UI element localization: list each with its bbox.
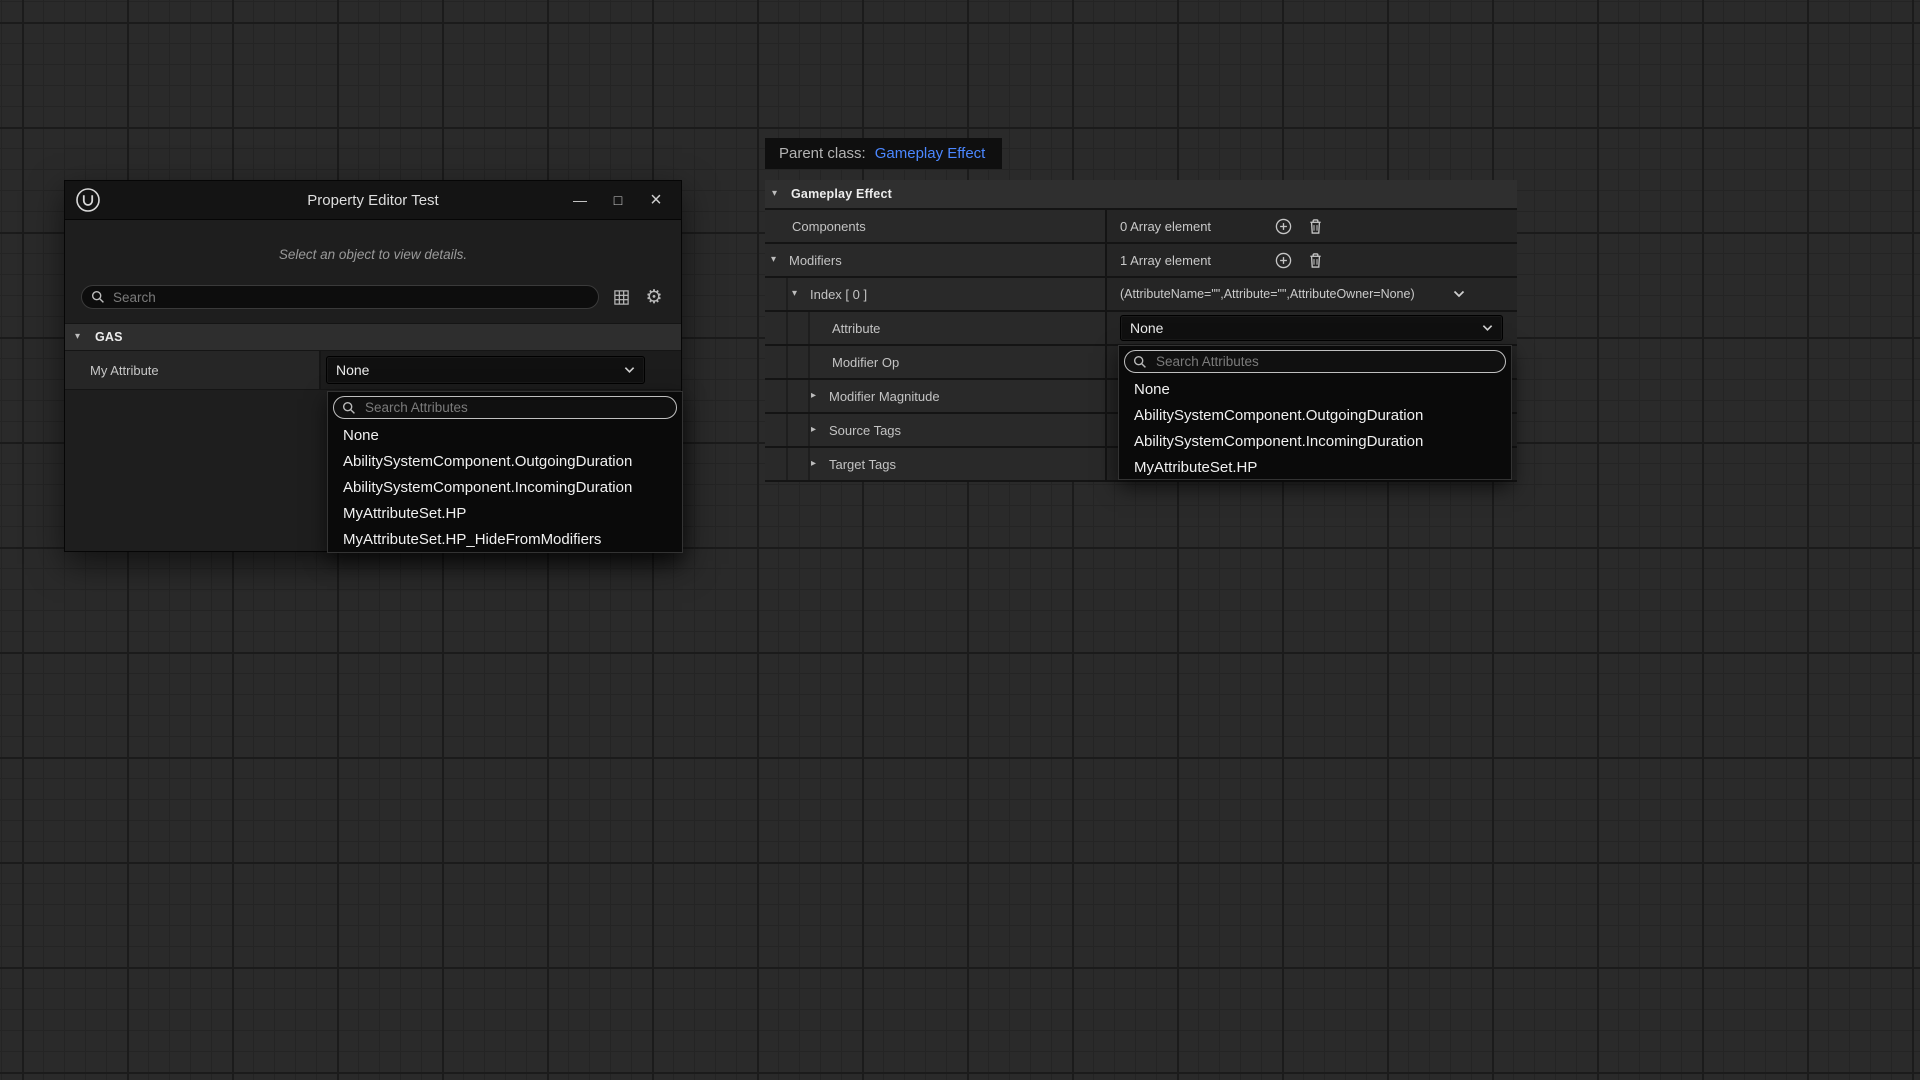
search-input[interactable] <box>81 285 599 309</box>
minimize-button[interactable]: — <box>561 181 599 219</box>
graph-canvas[interactable]: Property Editor Test — □ × Select an obj… <box>0 0 1920 1080</box>
row-label: Modifier Magnitude <box>829 389 940 404</box>
dropdown-item[interactable]: MyAttributeSet.HP <box>328 501 682 527</box>
indent-guide-line <box>786 346 788 378</box>
attribute-search-input[interactable] <box>1124 350 1506 373</box>
my-attribute-combobox[interactable]: None <box>326 356 645 384</box>
indent-guide-line <box>808 346 810 378</box>
add-element-button[interactable] <box>1270 213 1296 239</box>
row-label: Attribute <box>832 321 880 336</box>
expander-closed-icon[interactable]: ▸ <box>811 459 826 469</box>
property-row-my-attribute: My Attribute None <box>65 351 681 390</box>
combobox-value: None <box>1130 320 1163 336</box>
parent-class-link[interactable]: Gameplay Effect <box>875 145 986 162</box>
expander-open-icon[interactable]: ▾ <box>792 289 807 299</box>
row-attribute: Attribute None <box>765 312 1517 346</box>
search-icon <box>342 401 356 415</box>
dropdown-item[interactable]: AbilitySystemComponent.IncomingDuration <box>1119 429 1511 455</box>
maximize-button[interactable]: □ <box>599 181 637 219</box>
indent-guide-line <box>808 448 810 480</box>
property-name: My Attribute <box>65 351 321 389</box>
chevron-down-icon[interactable] <box>1453 290 1465 298</box>
array-count: 0 Array element <box>1120 219 1270 234</box>
category-label: GAS <box>95 330 123 344</box>
row-value-cell: 0 Array element <box>1107 210 1517 242</box>
window-titlebar[interactable]: Property Editor Test — □ × <box>65 181 681 220</box>
dropdown-item[interactable]: AbilitySystemComponent.OutgoingDuration <box>328 449 682 475</box>
settings-gear-icon[interactable]: ⚙ <box>643 286 665 308</box>
attribute-search-field[interactable] <box>1154 353 1497 370</box>
row-name-cell: ▾ Index [ 0 ] <box>765 278 1107 310</box>
category-gas[interactable]: ▾ GAS <box>65 323 681 351</box>
indent-guide-line <box>786 448 788 480</box>
attribute-search-input[interactable] <box>333 396 677 419</box>
indent-guide-line <box>808 312 810 344</box>
row-name-cell: Modifier Op <box>765 346 1107 378</box>
array-count: 1 Array element <box>1120 253 1270 268</box>
add-element-button[interactable] <box>1270 247 1296 273</box>
delete-elements-button[interactable] <box>1302 213 1328 239</box>
parent-class-label: Parent class: <box>779 145 866 162</box>
row-label: Source Tags <box>829 423 901 438</box>
dropdown-item[interactable]: None <box>328 423 682 449</box>
dropdown-item[interactable]: AbilitySystemComponent.OutgoingDuration <box>1119 403 1511 429</box>
dropdown-item[interactable]: AbilitySystemComponent.IncomingDuration <box>328 475 682 501</box>
view-options-icon[interactable] <box>610 286 632 308</box>
chevron-down-icon: ▾ <box>772 189 787 199</box>
dropdown-item[interactable]: MyAttributeSet.HP <box>1119 455 1511 481</box>
row-name-cell: ▸ Target Tags <box>765 448 1107 480</box>
search-row: ⚙ <box>65 285 681 309</box>
attribute-combobox[interactable]: None <box>1120 315 1503 341</box>
row-label: Index [ 0 ] <box>810 287 867 302</box>
chevron-down-icon <box>624 366 635 374</box>
indent-guide-line <box>786 312 788 344</box>
row-value-cell: 1 Array element <box>1107 244 1517 276</box>
row-name-cell: ▸ Source Tags <box>765 414 1107 446</box>
combobox-value: None <box>336 362 369 378</box>
property-editor-window: Property Editor Test — □ × Select an obj… <box>64 180 682 552</box>
row-name-cell: Attribute <box>765 312 1107 344</box>
row-label: Modifiers <box>789 253 842 268</box>
search-icon <box>1133 355 1147 369</box>
close-button[interactable]: × <box>637 181 675 219</box>
dropdown-item[interactable]: MyAttributeSet.HP_HideFromModifiers <box>328 527 682 553</box>
row-name-cell: ▸ Modifier Magnitude <box>765 380 1107 412</box>
row-value-cell: (AttributeName="",Attribute="",Attribute… <box>1107 278 1517 310</box>
chevron-down-icon <box>1482 324 1493 332</box>
delete-elements-button[interactable] <box>1302 247 1328 273</box>
struct-summary: (AttributeName="",Attribute="",Attribute… <box>1120 287 1415 301</box>
row-index-0: ▾ Index [ 0 ] (AttributeName="",Attribut… <box>765 278 1517 312</box>
indent-guide-line <box>786 380 788 412</box>
category-label: Gameplay Effect <box>791 187 892 201</box>
attribute-search-field[interactable] <box>363 399 668 416</box>
row-modifiers: ▾ Modifiers 1 Array element <box>765 244 1517 278</box>
attribute-picker-dropdown: None AbilitySystemComponent.OutgoingDura… <box>327 391 683 553</box>
attribute-picker-dropdown: None AbilitySystemComponent.OutgoingDura… <box>1118 345 1512 480</box>
expander-open-icon[interactable]: ▾ <box>771 255 786 265</box>
indent-guide-line <box>786 278 788 310</box>
row-label: Target Tags <box>829 457 896 472</box>
row-name-cell: Components <box>765 210 1107 242</box>
row-name-cell: ▾ Modifiers <box>765 244 1107 276</box>
expander-closed-icon[interactable]: ▸ <box>811 391 826 401</box>
search-icon <box>91 290 105 304</box>
empty-selection-hint: Select an object to view details. <box>65 247 681 262</box>
indent-guide-line <box>808 380 810 412</box>
indent-guide-line <box>786 414 788 446</box>
indent-guide-line <box>808 414 810 446</box>
search-field[interactable] <box>111 289 592 306</box>
chevron-down-icon: ▾ <box>75 332 90 342</box>
dropdown-item[interactable]: None <box>1119 377 1511 403</box>
row-components: Components 0 Array element <box>765 210 1517 244</box>
unreal-logo-icon <box>75 187 101 213</box>
category-gameplay-effect[interactable]: ▾ Gameplay Effect <box>765 180 1517 210</box>
parent-class-banner: Parent class: Gameplay Effect <box>765 138 1002 169</box>
expander-closed-icon[interactable]: ▸ <box>811 425 826 435</box>
row-value-cell: None <box>1107 312 1517 344</box>
property-value-cell: None <box>321 351 681 389</box>
row-label: Components <box>792 219 866 234</box>
row-label: Modifier Op <box>832 355 899 370</box>
